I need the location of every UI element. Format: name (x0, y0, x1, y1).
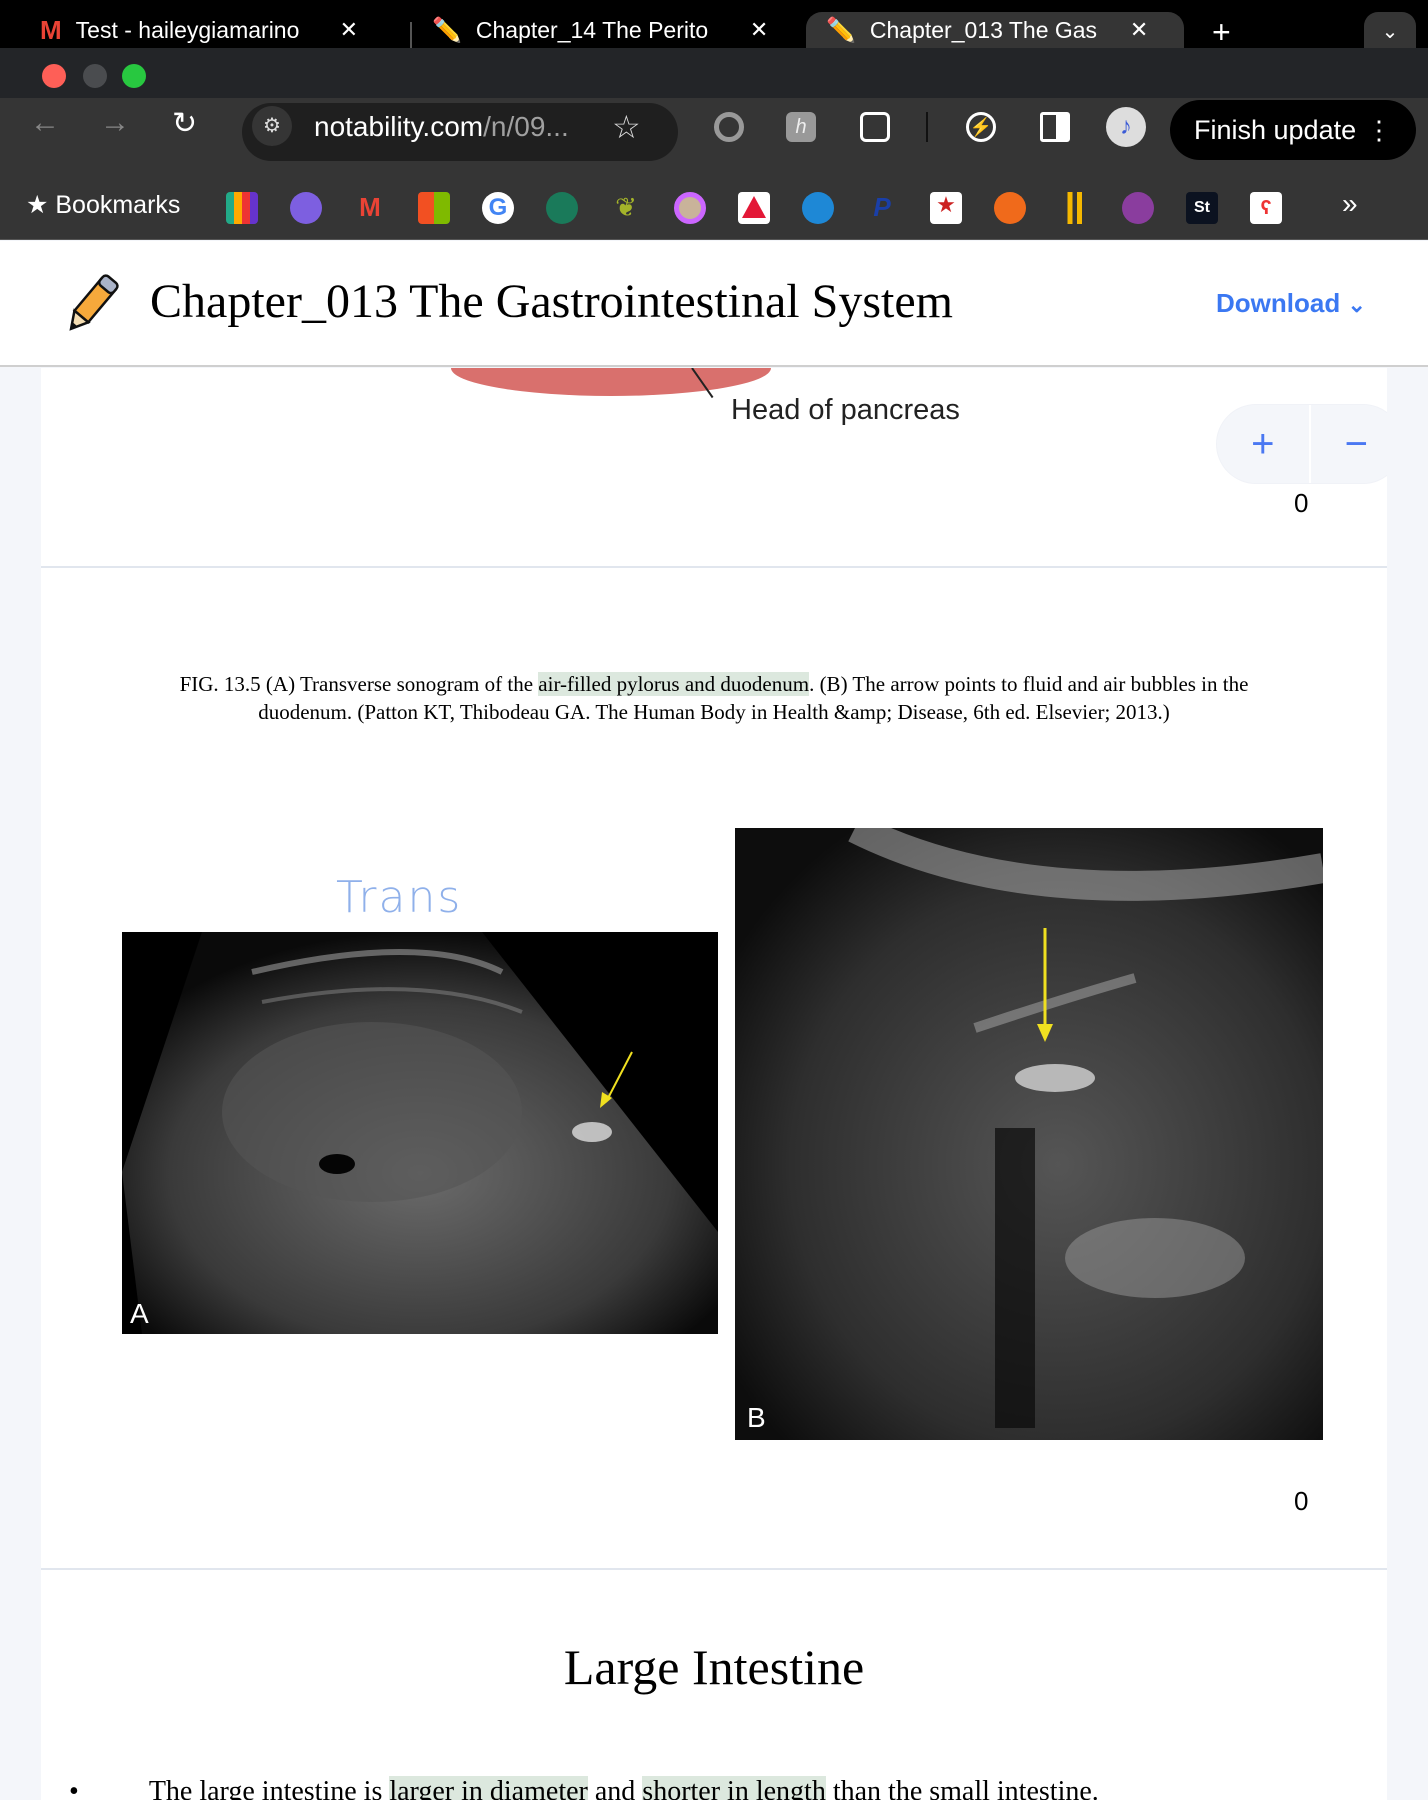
side-panel-icon[interactable] (1040, 112, 1070, 142)
bookmark-star-icon[interactable]: ☆ (612, 108, 641, 146)
notability-icon: ✏️ (432, 16, 462, 44)
section-heading: Large Intestine (563, 1639, 865, 1695)
new-tab-button[interactable]: + (1212, 14, 1231, 51)
reload-icon: ↻ (172, 107, 198, 140)
star-icon: ★ (26, 191, 49, 219)
figure-label: Head of pancreas (731, 394, 960, 426)
close-tab-icon[interactable]: ✕ (340, 17, 358, 43)
more-bookmarks-button[interactable]: » (1342, 188, 1358, 220)
arrow-right-icon: → (100, 106, 130, 139)
section-divider (41, 1568, 1387, 1570)
bullet-highlight: larger in diameter (389, 1776, 588, 1800)
bullet-text: than the small intestine. (825, 1776, 1099, 1800)
window-bar (0, 48, 1428, 98)
more-menu-icon[interactable]: ⋮ (1366, 100, 1392, 160)
image-label-a: A (130, 1298, 149, 1329)
ultrasound-image-a: A (122, 932, 718, 1334)
maximize-window-button[interactable] (122, 64, 146, 88)
bookmark-chart-icon[interactable] (226, 192, 258, 224)
tab-label: Chapter_013 The Gas (869, 16, 1098, 43)
tab-gmail-test[interactable]: M Test - haileygiamarino ✕ (40, 12, 358, 48)
chevron-down-icon: ⌄ (1381, 21, 1399, 43)
tab-search-button[interactable]: ⌄ (1364, 12, 1416, 48)
bullet-icon: • (69, 1776, 79, 1800)
close-tab-icon[interactable]: ✕ (1130, 17, 1148, 43)
caption-text: . (B) The arrow points to fluid and air … (809, 672, 1249, 696)
bookmark-st-icon[interactable]: St (1186, 192, 1218, 224)
bookmark-red-icon[interactable]: ʕ (1250, 192, 1282, 224)
notes-panel: Head of pancreas + − 0 FIG. 13.5 (A) Tra… (41, 368, 1387, 1800)
notability-logo-icon (56, 270, 126, 340)
downvote-button[interactable]: − (1311, 405, 1388, 483)
profile-avatar[interactable]: ♪ (1106, 107, 1146, 147)
tab-chapter-013[interactable]: ✏️ Chapter_013 The Gas ✕ (806, 12, 1184, 48)
bullet-text: The large intestine is (148, 1776, 390, 1800)
bookmarks-label: Bookmarks (55, 191, 181, 219)
bookmark-paypal-icon[interactable]: P (866, 192, 898, 224)
extension-c-icon[interactable] (714, 112, 744, 142)
vote-control: + − (1216, 404, 1387, 484)
notability-icon: ✏️ (826, 16, 856, 44)
bullet-text: and (587, 1776, 643, 1800)
image-label-b: B (747, 1402, 766, 1433)
document-title: Chapter_013 The Gastrointestinal System (150, 275, 953, 328)
bookmark-orange-icon[interactable] (994, 192, 1026, 224)
gmail-icon: M (40, 14, 62, 45)
bookmark-delta-icon[interactable] (738, 192, 770, 224)
back-button[interactable]: ← (30, 106, 60, 140)
vote-count: 0 (1294, 1486, 1309, 1516)
tab-label: Test - haileygiamarino (75, 16, 300, 43)
bookmark-purple-icon[interactable] (1122, 192, 1154, 224)
bookmark-plant-icon[interactable]: ❦ (610, 192, 642, 224)
bookmark-flag-icon[interactable]: ★ (930, 192, 962, 224)
url-text[interactable]: notability.com/n/09... (314, 111, 569, 143)
caption-highlight: air-filled pylorus and duodenum (538, 672, 810, 696)
bookmark-copilot-icon[interactable] (290, 192, 322, 224)
bookmark-green-icon[interactable] (546, 192, 578, 224)
url-path: /n/09... (483, 111, 569, 142)
url-domain: notability.com (314, 111, 484, 142)
toolbar-divider (926, 112, 928, 142)
bookmark-blue-icon[interactable] (802, 192, 834, 224)
handwritten-annotation: Trans (336, 872, 463, 923)
forward-button[interactable]: → (100, 106, 130, 140)
tab-label: Chapter_14 The Perito (475, 16, 709, 43)
pancreas-illustration (451, 368, 771, 396)
bookmark-gmail-icon[interactable]: M (354, 192, 386, 224)
bookmark-google-icon[interactable]: G (482, 192, 514, 224)
tab-chapter-14[interactable]: ✏️ Chapter_14 The Perito ✕ (432, 12, 768, 48)
bookmark-circle-icon[interactable] (674, 192, 706, 224)
caption-text: FIG. 13.5 (A) Transverse sonogram of the (179, 672, 539, 696)
finish-update-button[interactable]: Finish update ⋮ (1170, 100, 1416, 160)
site-settings-icon[interactable]: ⚙ (252, 106, 292, 146)
bookmarks-button[interactable]: ★ Bookmarks (26, 190, 180, 220)
figure-caption: FIG. 13.5 (A) Transverse sonogram of the… (41, 670, 1387, 726)
bookmark-microsoft-icon[interactable] (418, 192, 450, 224)
bullet-item: • The large intestine is larger in diamet… (69, 1776, 1099, 1800)
close-window-button[interactable] (42, 64, 66, 88)
upvote-button[interactable]: + (1217, 405, 1309, 483)
extension-leaf-icon[interactable]: ⚡ (966, 112, 996, 142)
bookmark-bars-icon[interactable] (1058, 192, 1090, 224)
bullet-highlight: shorter in length (642, 1776, 826, 1800)
chevron-down-icon: ⌄ (1347, 292, 1366, 317)
tab-separator (410, 22, 412, 48)
ultrasound-image-b: B (735, 828, 1323, 1440)
section-divider (41, 566, 1387, 568)
arrow-left-icon: ← (30, 106, 60, 139)
extension-honey-icon[interactable]: h (786, 112, 816, 142)
download-label: Download (1216, 288, 1341, 318)
download-button[interactable]: Download ⌄ (1216, 288, 1366, 319)
caption-text: duodenum. (Patton KT, Thibodeau GA. The … (258, 700, 1170, 724)
minimize-window-button[interactable] (83, 64, 107, 88)
vote-count: 0 (1294, 488, 1309, 518)
finish-update-label: Finish update (1194, 115, 1357, 145)
extensions-puzzle-icon[interactable] (860, 112, 890, 142)
close-tab-icon[interactable]: ✕ (750, 17, 768, 43)
reload-button[interactable]: ↻ (172, 106, 197, 141)
